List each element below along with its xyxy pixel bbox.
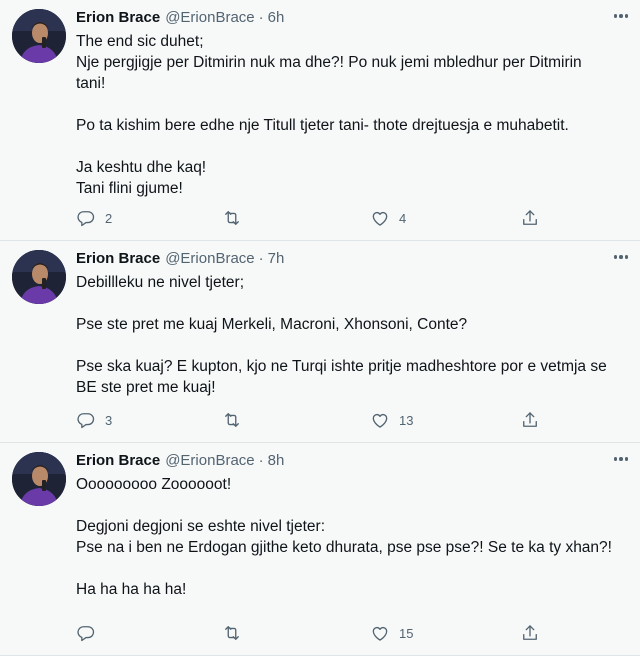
reply-count: 3 [105, 412, 113, 428]
share-icon [520, 623, 540, 643]
tweet-timestamp[interactable]: 7h [268, 249, 285, 269]
author-handle[interactable]: @ErionBrace [165, 451, 254, 471]
tweet-text-line: Ha ha ha ha ha! [76, 581, 187, 598]
avatar[interactable] [12, 452, 66, 506]
reply-icon [76, 623, 96, 643]
retweet-icon [222, 410, 242, 430]
tweet-actions: 15 [76, 621, 546, 645]
reply-icon [76, 410, 96, 430]
retweet-button[interactable] [222, 206, 242, 230]
tweet-text-line: Po ta kishim bere edhe nje Titull tjeter… [76, 117, 569, 134]
retweet-icon [222, 623, 242, 643]
tweet-text: Debillleku ne nivel tjeter; Pse ste pret … [76, 272, 624, 398]
share-button[interactable] [520, 621, 540, 645]
avatar[interactable] [12, 9, 66, 63]
more-icon[interactable] [610, 8, 632, 24]
tweet[interactable]: Erion Brace @ErionBrace · 8h Ooooooooo Zoooo… [0, 443, 640, 656]
share-icon [520, 410, 540, 430]
retweet-icon [222, 208, 242, 228]
tweet-text-line [76, 335, 624, 356]
tweet-text-line: Tani flini gjume! [76, 180, 183, 197]
tweet-text-line: Pse ska kuaj? E kupton, kjo ne Turqi ish… [76, 358, 607, 375]
tweet-text-line: Pse na i ben ne Erdogan gjithe keto dhur… [76, 539, 612, 556]
tweet-text-line: Debillleku ne nivel tjeter; [76, 274, 245, 291]
reply-button[interactable]: 2 [76, 206, 112, 230]
tweet-text-line [76, 136, 624, 157]
author-name[interactable]: Erion Brace [76, 8, 160, 28]
more-icon[interactable] [610, 451, 632, 467]
tweet-text: Ooooooooo Zoooooot! Degjoni degjoni se es… [76, 474, 624, 600]
separator-dot: · [258, 250, 264, 267]
reply-count: 2 [105, 210, 113, 226]
tweet-text: The end sic duhet; Nje pergjigje per Ditm… [76, 31, 624, 199]
tweet-header: Erion Brace @ErionBrace · 8h [76, 451, 624, 471]
tweet-timestamp[interactable]: 8h [268, 451, 285, 471]
tweet-text-line: Ooooooooo Zoooooot! [76, 476, 232, 493]
tweet-text-line [76, 94, 624, 115]
share-button[interactable] [520, 408, 540, 432]
author-handle[interactable]: @ErionBrace [165, 249, 254, 269]
like-button[interactable]: 4 [370, 206, 406, 230]
tweet[interactable]: Erion Brace @ErionBrace · 7h Debillleku ne n… [0, 241, 640, 443]
tweet-text-line: The end sic duhet; [76, 33, 204, 50]
reply-icon [76, 208, 96, 228]
tweet-text-line: Nje pergjigje per Ditmirin nuk ma dhe?! … [76, 54, 582, 71]
tweet-actions: 24 [76, 206, 546, 230]
tweet-text-line: Pse ste pret me kuaj Merkeli, Macroni, X… [76, 316, 468, 333]
author-name[interactable]: Erion Brace [76, 249, 160, 269]
author-name[interactable]: Erion Brace [76, 451, 160, 471]
reply-button[interactable]: 3 [76, 408, 112, 432]
tweet-text-line [76, 558, 624, 579]
like-count: 15 [399, 625, 414, 641]
tweet-text-line [76, 495, 624, 516]
heart-icon [370, 410, 390, 430]
tweet-text-line: Degjoni degjoni se eshte nivel tjeter: [76, 518, 326, 535]
heart-icon [370, 208, 390, 228]
tweet-text-line [76, 293, 624, 314]
retweet-button[interactable] [222, 621, 242, 645]
separator-dot: · [258, 9, 264, 26]
tweet-header: Erion Brace @ErionBrace · 6h [76, 8, 624, 28]
share-icon [520, 208, 540, 228]
like-count: 13 [399, 412, 414, 428]
tweet-header: Erion Brace @ErionBrace · 7h [76, 249, 624, 269]
tweet-text-line: tani! [76, 75, 106, 92]
like-button[interactable]: 15 [370, 621, 413, 645]
reply-button[interactable] [76, 621, 96, 645]
share-button[interactable] [520, 206, 540, 230]
timeline-feed: Erion Brace @ErionBrace · 6h The end sic duh… [0, 0, 640, 656]
like-count: 4 [399, 210, 407, 226]
author-handle[interactable]: @ErionBrace [165, 8, 254, 28]
heart-icon [370, 623, 390, 643]
retweet-button[interactable] [222, 408, 242, 432]
like-button[interactable]: 13 [370, 408, 413, 432]
tweet-text-line: BE ste pret me kuaj! [76, 379, 216, 396]
tweet-actions: 3 13 [76, 408, 546, 432]
tweet[interactable]: Erion Brace @ErionBrace · 6h The end sic duh… [0, 0, 640, 241]
separator-dot: · [258, 452, 264, 469]
avatar[interactable] [12, 250, 66, 304]
more-icon[interactable] [610, 249, 632, 265]
tweet-timestamp[interactable]: 6h [268, 8, 285, 28]
tweet-text-line: Ja keshtu dhe kaq! [76, 159, 207, 176]
